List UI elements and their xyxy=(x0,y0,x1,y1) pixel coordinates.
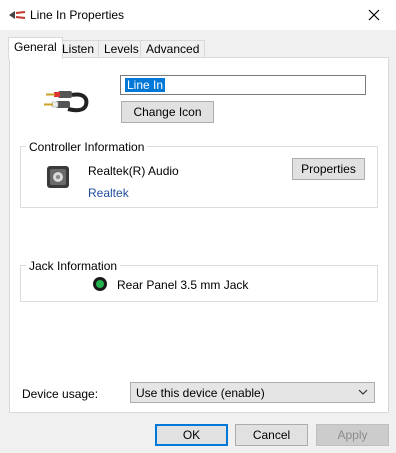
line-in-cable-icon xyxy=(44,91,89,113)
jack-info-heading: Jack Information xyxy=(26,259,121,273)
ok-button[interactable]: OK xyxy=(155,424,228,446)
chevron-down-icon xyxy=(358,389,368,395)
close-icon xyxy=(368,9,380,21)
audio-controller-icon xyxy=(47,166,69,188)
apply-button[interactable]: Apply xyxy=(316,424,389,446)
title-bar: Line In Properties xyxy=(0,0,396,30)
window-title: Line In Properties xyxy=(30,8,125,22)
controller-info-heading: Controller Information xyxy=(26,140,148,154)
device-name-value: Line In xyxy=(125,78,166,92)
controller-device-name: Realtek(R) Audio xyxy=(88,164,179,178)
device-usage-select[interactable]: Use this device (enable) xyxy=(130,382,375,403)
tab-levels[interactable]: Levels xyxy=(98,40,145,58)
cancel-button[interactable]: Cancel xyxy=(235,424,308,446)
close-button[interactable] xyxy=(352,0,396,30)
device-usage-label: Device usage: xyxy=(22,387,99,401)
jack-color-indicator-icon xyxy=(93,277,107,291)
change-icon-button[interactable]: Change Icon xyxy=(121,101,214,123)
controller-properties-button[interactable]: Properties xyxy=(292,158,365,180)
device-usage-value: Use this device (enable) xyxy=(136,386,265,400)
controller-vendor-link[interactable]: Realtek xyxy=(88,186,129,200)
tab-advanced[interactable]: Advanced xyxy=(140,40,206,58)
device-name-input[interactable]: Line In xyxy=(120,75,366,95)
jack-label: Rear Panel 3.5 mm Jack xyxy=(117,278,249,292)
tab-general[interactable]: General xyxy=(8,37,63,59)
speaker-app-icon xyxy=(9,11,26,19)
